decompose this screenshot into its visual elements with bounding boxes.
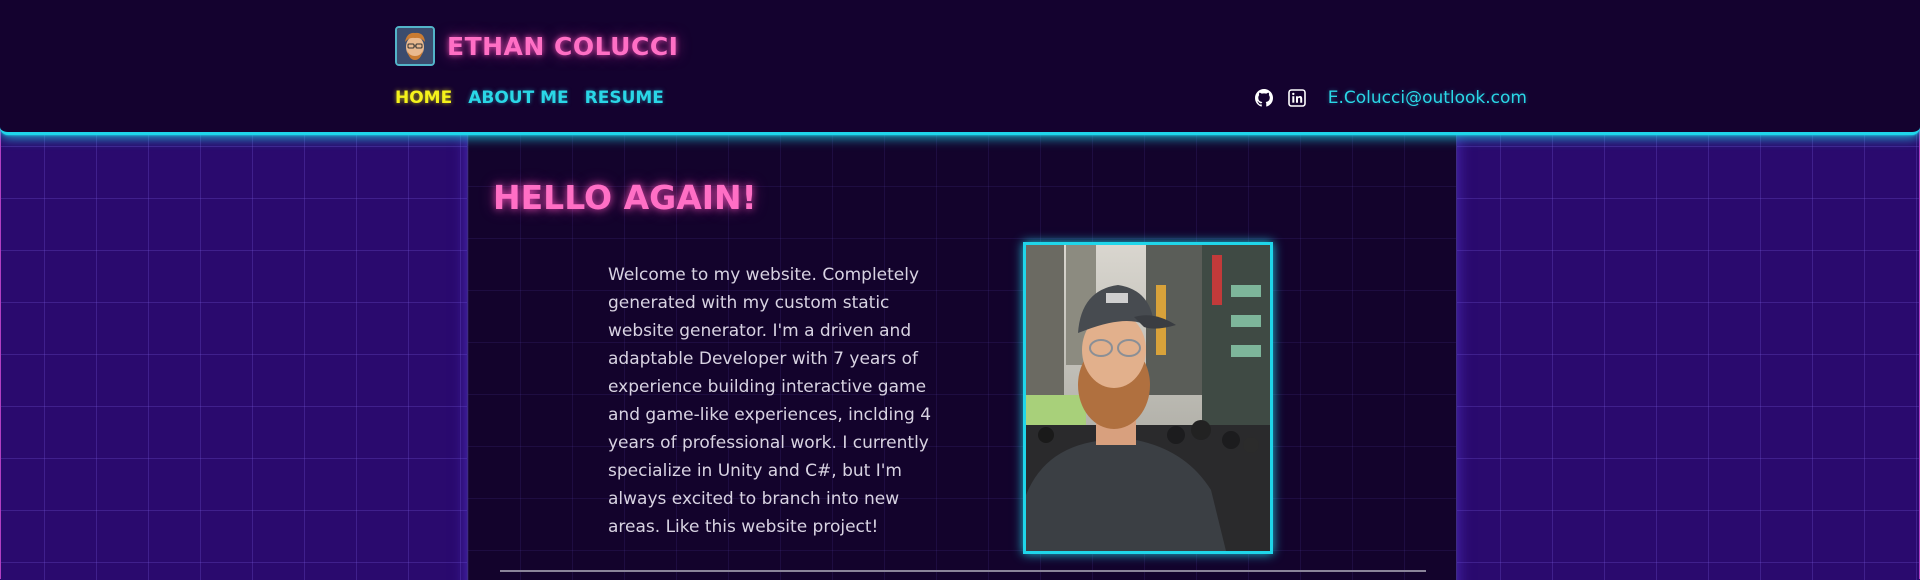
profile-photo	[1023, 242, 1273, 554]
site-header: ETHAN COLUCCI HOME ABOUT ME RESUME E.Col…	[0, 0, 1920, 135]
brand[interactable]: ETHAN COLUCCI	[395, 26, 678, 66]
main-nav: HOME ABOUT ME RESUME	[395, 88, 664, 108]
content-card: HELLO AGAIN! Welcome to my website. Comp…	[467, 134, 1457, 580]
linkedin-icon[interactable]	[1287, 88, 1307, 108]
email-link[interactable]: E.Colucci@outlook.com	[1328, 88, 1527, 108]
social-links: E.Colucci@outlook.com	[1254, 88, 1527, 108]
nav-home[interactable]: HOME	[395, 88, 452, 108]
nav-about-me[interactable]: ABOUT ME	[468, 88, 568, 108]
intro-text: Welcome to my website. Completely genera…	[608, 265, 932, 537]
page-title: HELLO AGAIN!	[493, 178, 757, 217]
avatar	[395, 26, 435, 66]
section-divider	[500, 570, 1426, 572]
nav-resume[interactable]: RESUME	[585, 88, 664, 108]
github-icon[interactable]	[1254, 88, 1274, 108]
site-title[interactable]: ETHAN COLUCCI	[447, 32, 678, 61]
